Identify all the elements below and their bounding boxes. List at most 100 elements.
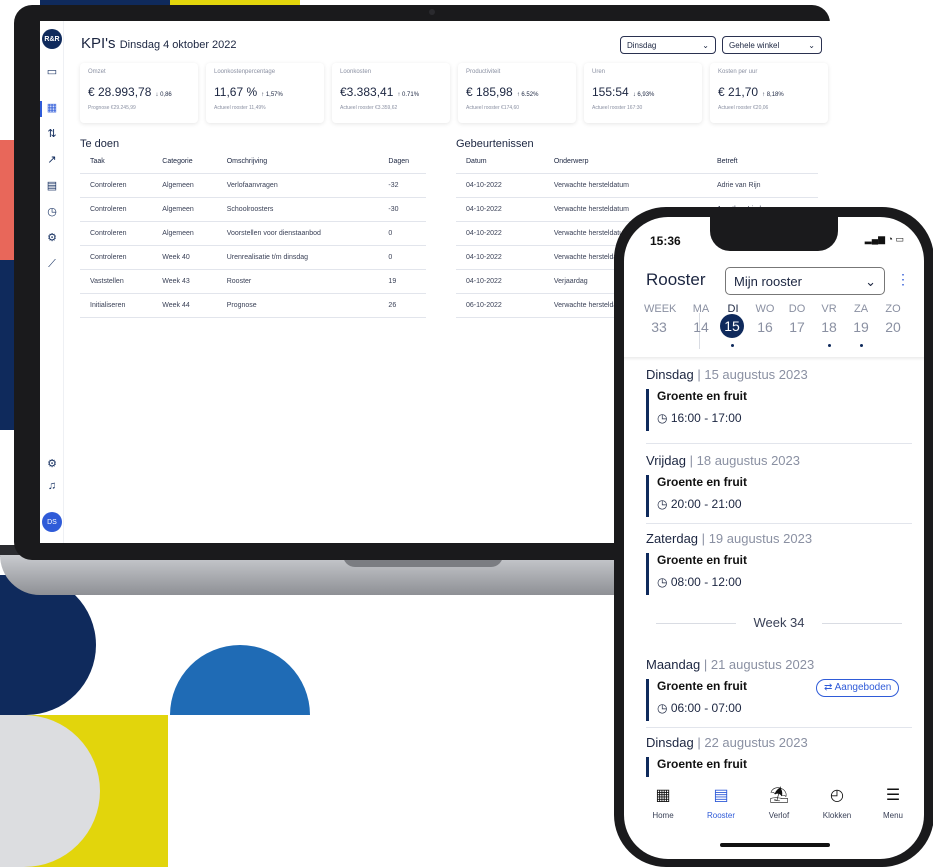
day-abbr: DO — [788, 303, 806, 315]
tab-label: Menu — [882, 811, 903, 820]
table-cell: Algemeen — [152, 221, 217, 246]
clock-icon: ◷ — [657, 575, 668, 589]
shift-card[interactable]: Groente en fruit ◷ 08:00 - 12:00 — [646, 553, 912, 595]
separator: | — [697, 367, 701, 382]
tab-verlof[interactable]: ⛱ Verlof — [754, 785, 804, 820]
table-cell: 04-10-2022 — [456, 221, 544, 246]
offered-badge-label: Aangeboden — [834, 682, 892, 693]
day-abbr: ZO — [885, 303, 901, 315]
home-indicator — [720, 843, 830, 847]
kpi-card-uren[interactable]: Uren 155:54 ↓ 6,93% Actueel rooster 167:3… — [584, 63, 702, 123]
trend-icon[interactable]: ↗ — [45, 153, 59, 167]
shift-name: Groente en fruit — [657, 757, 748, 771]
day-number[interactable]: 14 — [686, 319, 716, 335]
kpi-card-kosten-per-uur[interactable]: Kosten per uur € 21,70 ↑ 8,18% Actueel ro… — [710, 63, 828, 123]
status-icons: ▂▄▆ ◔ ▭ — [865, 234, 904, 245]
brand-logo[interactable]: R&R — [42, 29, 62, 49]
column-header[interactable]: Betreft — [707, 151, 818, 174]
menu-icon: ☰ — [885, 787, 901, 804]
table-cell: Week 44 — [152, 293, 217, 318]
dashboard-icon[interactable]: ▦ — [45, 101, 59, 115]
table-row[interactable]: Controleren Algemeen Schoolroosters -30 — [80, 197, 426, 222]
column-header[interactable]: Datum — [456, 151, 544, 174]
column-header[interactable]: Omschrijving — [216, 151, 379, 174]
column-header[interactable]: Dagen — [378, 151, 426, 174]
laptop-notch — [389, 5, 475, 21]
battery-icon: ▭ — [895, 234, 904, 244]
day-date: 21 augustus 2023 — [710, 657, 815, 672]
tab-rooster[interactable]: ▤ Rooster — [696, 785, 746, 820]
table-cell: Schoolroosters — [216, 197, 379, 222]
column-header[interactable]: Categorie — [152, 151, 217, 174]
kpi-value: € 185,98 — [466, 85, 513, 99]
table-cell: Rooster — [216, 269, 379, 294]
calendar-settings-icon[interactable]: ⚙ — [45, 231, 59, 245]
column-header[interactable]: Onderwerp — [543, 151, 707, 174]
day-number[interactable]: 19 — [846, 319, 876, 335]
bell-icon[interactable]: ♫ — [45, 479, 59, 493]
table-row[interactable]: Vaststellen Week 43 Rooster 19 — [80, 269, 426, 294]
day-number[interactable]: 18 — [814, 319, 844, 335]
bg-blue-halfcircle — [170, 645, 310, 715]
day-date: 15 augustus 2023 — [704, 367, 808, 382]
table-row[interactable]: Controleren Week 40 Urenrealisatie t/m din… — [80, 245, 426, 270]
cash-register-icon[interactable]: ▭ — [45, 65, 59, 79]
tab-label: Verlof — [768, 811, 790, 820]
day-number[interactable]: 17 — [782, 319, 812, 335]
shift-card[interactable]: Groente en fruit ◷ 16:00 - 17:00 — [646, 389, 912, 431]
table-row[interactable]: 04-10-2022 Verwachte hersteldatum Adrie va… — [456, 173, 818, 198]
day-heading: Vrijdag | 18 augustus 2023 — [646, 453, 800, 468]
shift-card[interactable]: Groente en fruit — [646, 757, 912, 777]
tab-home[interactable]: ▦ Home — [638, 785, 688, 820]
settings-icon[interactable]: ⚙ — [45, 457, 59, 471]
kpi-sub: Actueel rooster 167:30 — [592, 105, 643, 111]
table-cell: Verlofaanvragen — [216, 173, 379, 198]
offered-badge[interactable]: ⇄ Aangeboden — [816, 679, 900, 697]
kpi-card-omzet[interactable]: Omzet € 28.993,78 ↓ 0,86 Prognose €29.245… — [80, 63, 198, 123]
kpi-sub: Actueel rooster €174,60 — [466, 105, 520, 111]
status-time: 15:36 — [650, 234, 681, 248]
scope-select[interactable]: Gehele winkel ⌄ — [722, 36, 822, 54]
kpi-card-productiviteit[interactable]: Productiviteit € 185,98 ↑ 6.52% Actueel r… — [458, 63, 576, 123]
table-row[interactable]: Controleren Algemeen Voorstellen voor dien… — [80, 221, 426, 246]
calendar-icon[interactable]: ▤ — [45, 179, 59, 193]
table-row[interactable]: Controleren Algemeen Verlofaanvragen -32 — [80, 173, 426, 198]
day-select[interactable]: Dinsdag ⌄ — [620, 36, 716, 54]
event-dot — [731, 344, 734, 347]
clock-icon: ◷ — [657, 497, 668, 511]
phone-frame: 15:36 ▂▄▆ ◔ ▭ Rooster Mijn rooster ⌄ ⋮ W… — [614, 207, 933, 867]
kpi-delta: ↑ 6.52% — [516, 92, 539, 98]
day-heading: Zaterdag | 19 augustus 2023 — [646, 531, 812, 546]
week-label: WEEK — [644, 303, 677, 315]
chart-line-icon[interactable]: ⟋ — [45, 257, 59, 271]
sort-icon[interactable]: ⇅ — [45, 127, 59, 141]
shift-card[interactable]: Groente en fruit ◷ 20:00 - 21:00 — [646, 475, 912, 517]
kpi-value: 155:54 — [592, 85, 629, 99]
day-number[interactable]: 16 — [750, 319, 780, 335]
tab-klokken[interactable]: ◴ Klokken — [812, 785, 862, 820]
kpi-delta: ↓ 6,93% — [632, 92, 655, 98]
kpi-label: Uren — [592, 69, 606, 75]
table-row[interactable]: Initialiseren Week 44 Prognose 26 — [80, 293, 426, 318]
day-number[interactable]: 20 — [878, 319, 908, 335]
day-abbr: MA — [692, 303, 710, 315]
kpi-card-loonkosten[interactable]: Loonkosten €3.383,41 ↑ 0.71% Actueel roos… — [332, 63, 450, 123]
phone-screen: 15:36 ▂▄▆ ◔ ▭ Rooster Mijn rooster ⌄ ⋮ W… — [624, 217, 924, 859]
tab-label: Home — [652, 811, 674, 820]
kpi-label: Productiviteit — [466, 69, 501, 75]
column-header[interactable]: Taak — [80, 151, 153, 174]
avatar[interactable]: DS — [42, 512, 62, 532]
separator: | — [703, 657, 708, 672]
separator: | — [697, 735, 701, 750]
home-icon: ▦ — [655, 787, 671, 804]
day-number-selected[interactable]: 15 — [720, 314, 744, 338]
kpi-card-loonkostenpercentage[interactable]: Loonkostenpercentage 11,67 % ↑ 1,57% Actu… — [206, 63, 324, 123]
separator: | — [701, 531, 706, 546]
tab-menu[interactable]: ☰ Menu — [868, 785, 918, 820]
wifi-icon: ◔ — [887, 234, 893, 244]
event-dot — [828, 344, 831, 347]
calendar-clock-icon[interactable]: ◷ — [45, 205, 59, 219]
shift-name: Groente en fruit — [657, 389, 748, 403]
rooster-select[interactable]: Mijn rooster ⌄ — [725, 267, 885, 295]
more-options-icon[interactable]: ⋮ — [896, 271, 910, 288]
